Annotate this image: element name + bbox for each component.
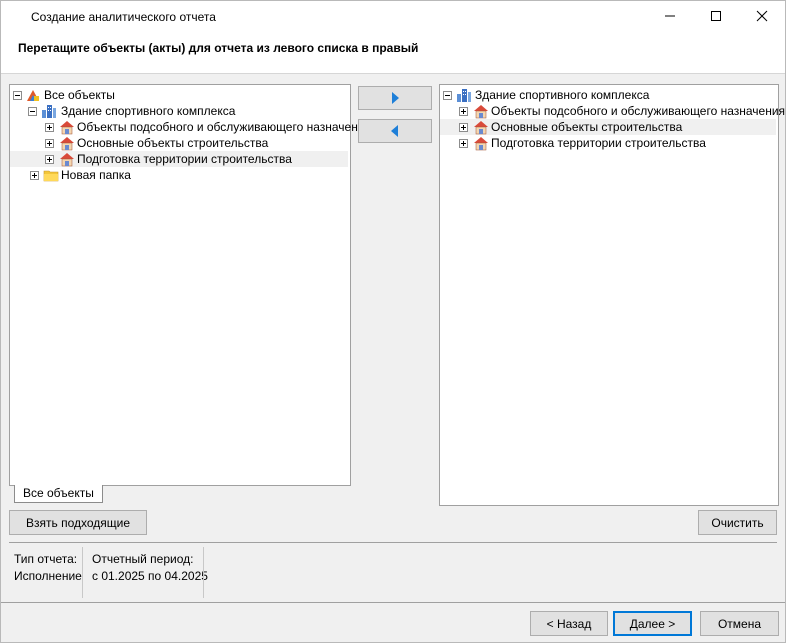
move-left-button[interactable] [358,119,432,143]
take-matching-button[interactable]: Взять подходящие [9,510,147,535]
expand-icon[interactable] [45,123,54,132]
button-label: Взять подходящие [25,515,131,530]
tree-node-label: Здание спортивного комплекса [475,88,650,102]
tree-node-building[interactable]: Здание спортивного комплекса [440,87,776,103]
maximize-icon [711,11,721,21]
tab-strip: Все объекты [10,485,350,503]
button-label: Очистить [711,515,764,530]
construction-object-icon [60,153,74,167]
building-icon [42,105,56,118]
divider [203,547,204,598]
tree-node-label: Основные объекты строительства [77,136,269,150]
tree-node-label: Основные объекты строительства [491,120,683,134]
cancel-button[interactable]: Отмена [700,611,779,636]
period-label: Отчетный период: [92,552,194,566]
source-tree[interactable]: Все объекты Здание спортивного комплекса… [9,84,371,486]
tree-node-label: Объекты подсобного и обслуживающего назн… [77,120,372,134]
construction-object-icon [474,105,488,119]
close-button[interactable] [739,1,785,31]
construction-object-icon [60,121,74,135]
collapse-icon[interactable] [13,91,22,100]
tree-node-auxiliary-objects[interactable]: Объекты подсобного и обслуживающего назн… [440,103,785,119]
folder-icon [43,170,59,182]
header-area: Перетащите объекты (акты) для отчета из … [1,31,785,74]
tree-node-label: Все объекты [44,88,115,102]
report-type-value: Исполнение [14,569,82,583]
tree-node-label: Объекты подсобного и обслуживающего назн… [491,104,786,118]
report-type-label: Тип отчета: [14,552,78,566]
button-label: Далее > [629,616,676,631]
minimize-button[interactable] [647,1,693,31]
tree-node-main-objects[interactable]: Основные объекты строительства [440,119,776,135]
tree-node-site-preparation[interactable]: Подготовка территории строительства [10,151,348,167]
tree-node-site-preparation[interactable]: Подготовка территории строительства [440,135,776,151]
target-tree[interactable]: Здание спортивного комплекса Объекты под… [439,84,785,506]
title-bar: Создание аналитического отчета [1,1,785,31]
collapse-icon[interactable] [28,107,37,116]
tab-label: Все объекты [23,486,94,500]
construction-object-icon [474,137,488,151]
tree-node-new-folder[interactable]: Новая папка [10,167,348,183]
collapse-icon[interactable] [443,91,452,100]
button-label: Отмена [717,616,762,631]
tree-node-label: Подготовка территории строительства [491,136,706,150]
construction-object-icon [474,121,488,135]
expand-icon[interactable] [30,171,39,180]
close-icon [756,10,768,22]
minimize-icon [665,15,675,17]
tree-node-building[interactable]: Здание спортивного комплекса [10,103,348,119]
button-label: < Назад [546,616,592,631]
back-button[interactable]: < Назад [530,611,608,636]
tree-node-label: Подготовка территории строительства [77,152,292,166]
arrow-left-icon [391,125,398,137]
clear-button[interactable]: Очистить [698,510,777,535]
all-objects-icon [27,90,39,101]
arrow-right-icon [392,92,399,104]
tree-node-main-objects[interactable]: Основные объекты строительства [10,135,348,151]
instruction-text: Перетащите объекты (акты) для отчета из … [18,41,419,55]
expand-icon[interactable] [45,139,54,148]
tree-node-all-objects[interactable]: Все объекты [10,87,348,103]
expand-icon[interactable] [45,155,54,164]
expand-icon[interactable] [459,139,468,148]
period-value: с 01.2025 по 04.2025 [92,569,208,583]
expand-icon[interactable] [459,107,468,116]
next-button[interactable]: Далее > [613,611,692,636]
tree-node-label: Новая папка [61,168,131,182]
window-title: Создание аналитического отчета [31,10,216,24]
tree-node-auxiliary-objects[interactable]: Объекты подсобного и обслуживающего назн… [10,119,371,135]
maximize-button[interactable] [693,1,739,31]
tree-node-label: Здание спортивного комплекса [61,104,236,118]
divider [9,542,777,543]
bottom-bar: < Назад Далее > Отмена [1,602,785,643]
construction-object-icon [60,137,74,151]
building-icon [457,89,471,102]
divider [82,547,83,598]
tab-all-objects[interactable]: Все объекты [14,485,103,503]
expand-icon[interactable] [459,123,468,132]
move-right-button[interactable] [358,86,432,110]
dialog-window: Создание аналитического отчета Перетащит… [0,0,786,643]
